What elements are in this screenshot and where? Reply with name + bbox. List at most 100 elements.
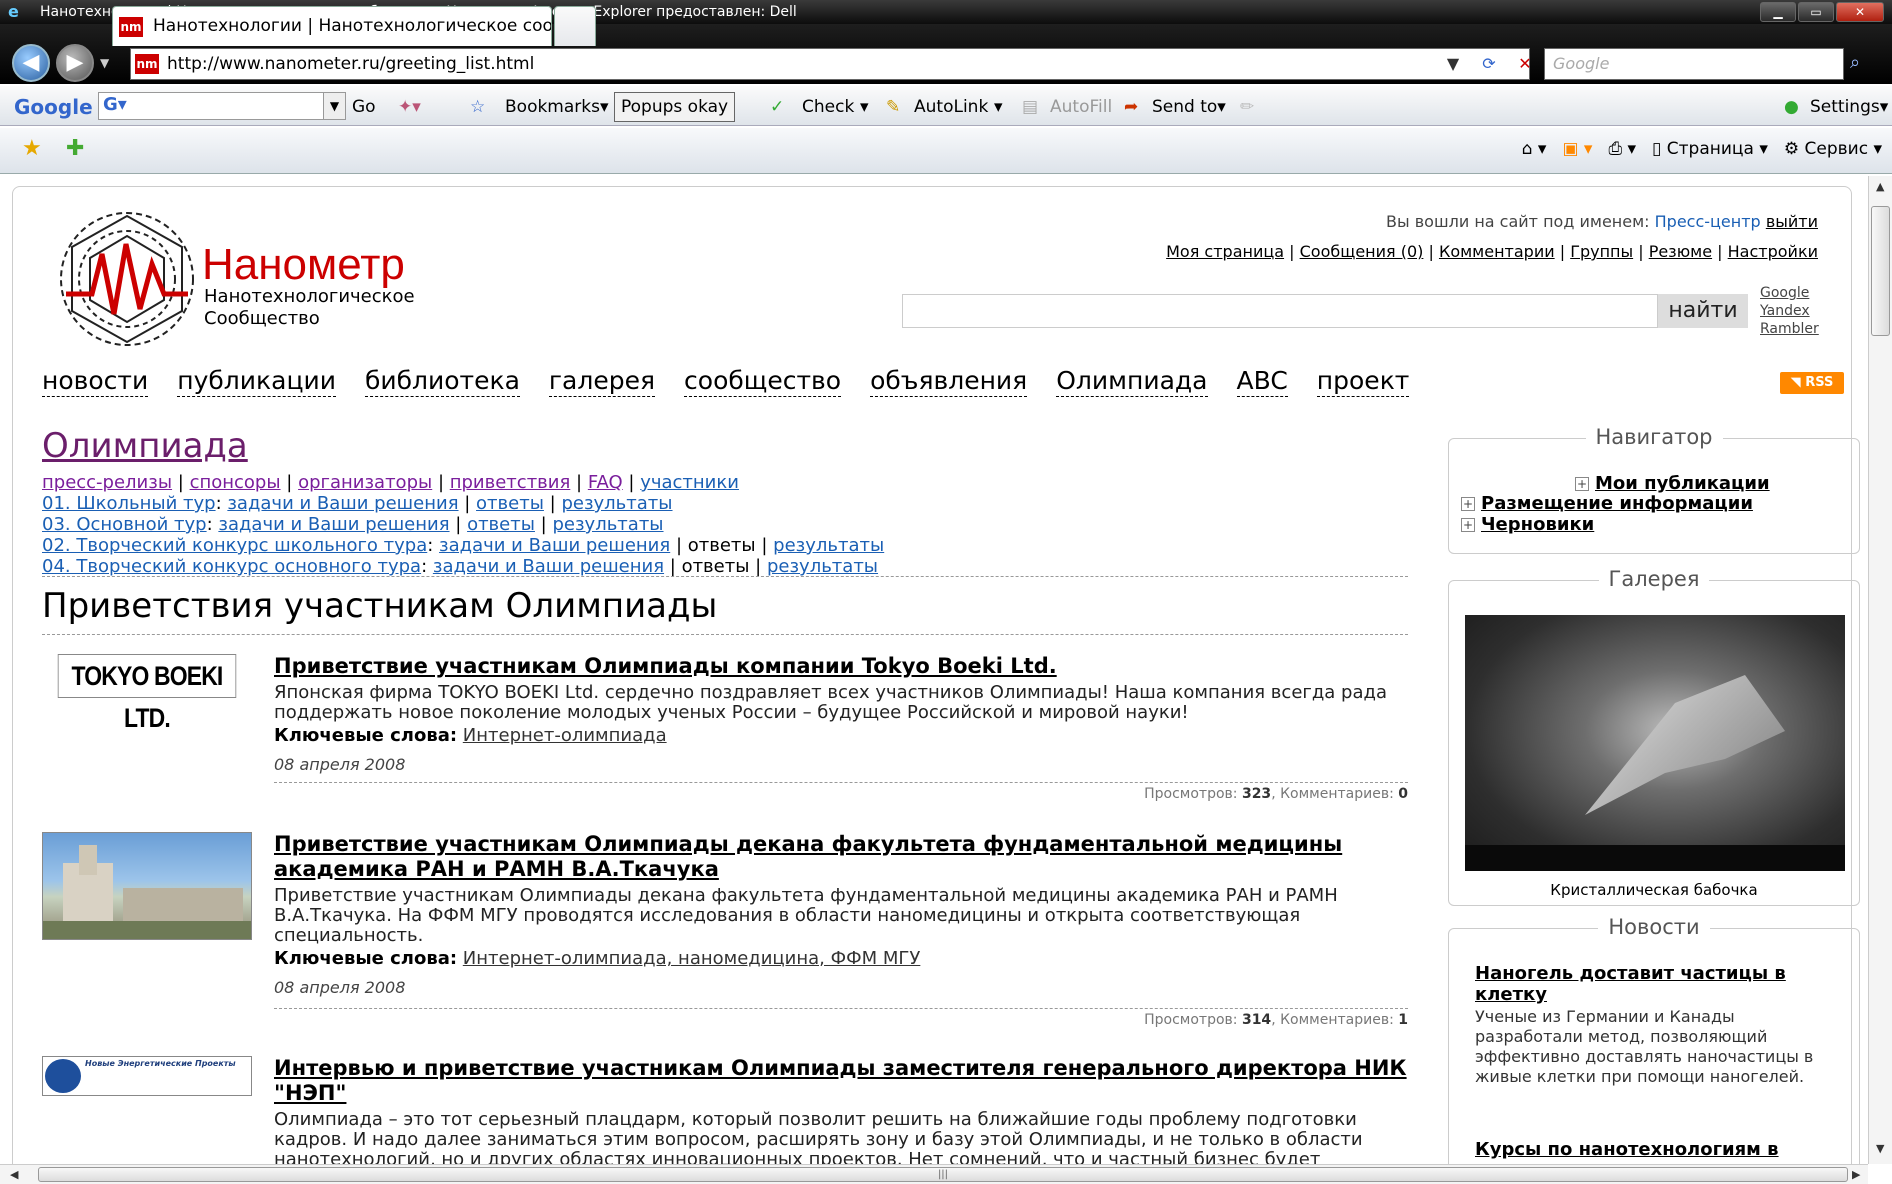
- news-item-title-link[interactable]: Наногель доставит частицы в клетку: [1475, 963, 1835, 1005]
- page-menu[interactable]: ▯ Страница ▾: [1652, 136, 1768, 162]
- search-icon[interactable]: ⌕: [1850, 52, 1860, 73]
- stage-link[interactable]: 02. Творческий конкурс школьного тура: [42, 535, 427, 556]
- stage-link[interactable]: 03. Основной тур: [42, 514, 207, 535]
- search-button[interactable]: найти: [1658, 294, 1748, 328]
- nav-tree-item[interactable]: + Размещение информации: [1461, 493, 1753, 514]
- gallery-image[interactable]: [1465, 615, 1845, 871]
- tasks-link[interactable]: задачи и Ваши решения: [227, 493, 458, 514]
- results-link[interactable]: результаты: [767, 556, 878, 577]
- check-dropdown-icon[interactable]: ▾: [860, 94, 869, 120]
- engine-yandex-link[interactable]: Yandex: [1760, 302, 1819, 320]
- tab-active[interactable]: nm Нанотехнологии | Нанотехнологическое …: [112, 6, 552, 46]
- groups-link[interactable]: Группы: [1570, 242, 1633, 261]
- expand-icon[interactable]: +: [1461, 518, 1475, 532]
- google-logo[interactable]: Google: [14, 94, 93, 120]
- minimize-button[interactable]: ▁: [1760, 2, 1796, 22]
- nav-tree-item[interactable]: + Мои публикации: [1575, 473, 1770, 494]
- forward-button[interactable]: ▶: [56, 44, 94, 82]
- results-link[interactable]: результаты: [561, 493, 672, 514]
- nav-tree-item[interactable]: + Черновики: [1461, 514, 1594, 535]
- username-link[interactable]: Пресс-центр: [1655, 212, 1761, 231]
- autolink-button[interactable]: AutoLink: [914, 94, 988, 120]
- resume-link[interactable]: Резюме: [1649, 242, 1712, 261]
- close-button[interactable]: ✕: [1836, 2, 1884, 22]
- refresh-icon[interactable]: ⟳: [1476, 52, 1502, 76]
- expand-icon[interactable]: +: [1461, 497, 1475, 511]
- faq-link[interactable]: FAQ: [588, 472, 623, 493]
- nav-news[interactable]: новости: [42, 366, 149, 397]
- scroll-down-icon[interactable]: ▼: [1876, 1142, 1884, 1155]
- expand-icon[interactable]: +: [1575, 477, 1589, 491]
- nav-gallery[interactable]: галерея: [548, 366, 656, 397]
- bookmarks-button[interactable]: Bookmarks▾: [505, 94, 609, 120]
- item-thumbnail-photo[interactable]: [42, 832, 252, 940]
- history-dropdown-icon[interactable]: ▼: [100, 56, 109, 70]
- tasks-link[interactable]: задачи и Ваши решения: [218, 514, 449, 535]
- new-tab-button[interactable]: [554, 6, 596, 46]
- go-button[interactable]: Go: [352, 94, 376, 120]
- vertical-scroll-thumb[interactable]: [1871, 206, 1890, 336]
- horizontal-scrollbar[interactable]: ◀ ||| ▶: [0, 1164, 1868, 1184]
- participants-link[interactable]: участники: [640, 472, 739, 493]
- answers-link[interactable]: ответы: [476, 493, 544, 514]
- nav-community[interactable]: сообщество: [684, 366, 842, 397]
- autofill-button[interactable]: AutoFill: [1050, 94, 1112, 120]
- chevron-down-icon[interactable]: ▼: [323, 93, 345, 119]
- item-thumbnail[interactable]: TOKYO BOEKI LTD.: [57, 654, 237, 733]
- stop-icon[interactable]: ✕: [1512, 52, 1538, 76]
- site-brand[interactable]: Нанометр: [202, 240, 405, 290]
- sponsors-link[interactable]: спонсоры: [190, 472, 281, 493]
- comments-link[interactable]: Комментарии: [1439, 242, 1555, 261]
- tasks-link[interactable]: задачи и Ваши решения: [439, 535, 670, 556]
- nav-project[interactable]: проект: [1316, 366, 1410, 397]
- scroll-left-icon[interactable]: ◀: [10, 1168, 18, 1181]
- nav-announcements[interactable]: объявления: [870, 366, 1028, 397]
- stage-link[interactable]: 04. Творческий конкурс основного тура: [42, 556, 421, 577]
- nav-library[interactable]: библиотека: [364, 366, 520, 397]
- stage-link[interactable]: 01. Школьный тур: [42, 493, 216, 514]
- nav-publications[interactable]: публикации: [177, 366, 336, 397]
- print-icon[interactable]: ⎙ ▾: [1608, 136, 1636, 162]
- scroll-up-icon[interactable]: ▲: [1876, 180, 1884, 193]
- engine-google-link[interactable]: Google: [1760, 284, 1819, 302]
- item-thumbnail-logo[interactable]: Новые Энергетические Проекты: [42, 1056, 252, 1096]
- keyword-link[interactable]: Интернет-олимпиада: [463, 725, 667, 746]
- service-menu[interactable]: ⚙ Сервис ▾: [1784, 136, 1882, 162]
- press-releases-link[interactable]: пресс-релизы: [42, 472, 172, 493]
- favorites-star-icon[interactable]: ★: [22, 136, 42, 161]
- vertical-scrollbar[interactable]: ▲ ▼: [1868, 176, 1892, 1164]
- keyword-link[interactable]: Интернет-олимпиада, наномедицина, ФФМ МГ…: [463, 948, 921, 969]
- sendto-button[interactable]: Send to▾: [1152, 94, 1226, 120]
- site-search-input[interactable]: [902, 294, 1658, 328]
- rss-button[interactable]: ◥ RSS: [1780, 372, 1844, 394]
- add-favorites-icon[interactable]: ✚: [66, 136, 84, 161]
- page-title[interactable]: Олимпиада: [42, 426, 248, 466]
- check-button[interactable]: Check: [802, 94, 854, 120]
- tasks-link[interactable]: задачи и Ваши решения: [433, 556, 664, 577]
- my-page-link[interactable]: Моя страница: [1166, 242, 1284, 261]
- results-link[interactable]: результаты: [773, 535, 884, 556]
- home-icon[interactable]: ⌂ ▾: [1522, 136, 1547, 162]
- item-title-link[interactable]: Приветствие участникам Олимпиады декана …: [274, 832, 1408, 882]
- maximize-button[interactable]: ▭: [1798, 2, 1834, 22]
- nav-olympiad[interactable]: Олимпиада: [1056, 366, 1208, 397]
- puzzle-icon[interactable]: ✦▾: [398, 94, 421, 120]
- engine-rambler-link[interactable]: Rambler: [1760, 320, 1819, 338]
- scroll-right-icon[interactable]: ▶: [1852, 1168, 1860, 1181]
- logout-link[interactable]: выйти: [1766, 212, 1818, 231]
- site-logo[interactable]: [52, 204, 202, 354]
- nav-abc[interactable]: ABC: [1236, 366, 1288, 397]
- messages-link[interactable]: Сообщения (0): [1300, 242, 1424, 261]
- popups-button[interactable]: Popups okay: [614, 92, 736, 122]
- results-link[interactable]: результаты: [552, 514, 663, 535]
- autolink-dropdown-icon[interactable]: ▾: [994, 94, 1003, 120]
- google-search-input[interactable]: Google: [1544, 48, 1844, 80]
- horizontal-scroll-thumb[interactable]: |||: [38, 1167, 1848, 1182]
- greetings-link[interactable]: приветствия: [450, 472, 571, 493]
- pencil-icon[interactable]: ✏: [1240, 94, 1254, 120]
- item-title-link[interactable]: Интервью и приветствие участникам Олимпи…: [274, 1056, 1408, 1106]
- news-item-title-link[interactable]: Курсы по нанотехнологиям в: [1475, 1139, 1835, 1160]
- item-title-link[interactable]: Приветствие участникам Олимпиады компани…: [274, 654, 1408, 679]
- url-dropdown-icon[interactable]: ▼: [1440, 52, 1466, 76]
- organizers-link[interactable]: организаторы: [298, 472, 432, 493]
